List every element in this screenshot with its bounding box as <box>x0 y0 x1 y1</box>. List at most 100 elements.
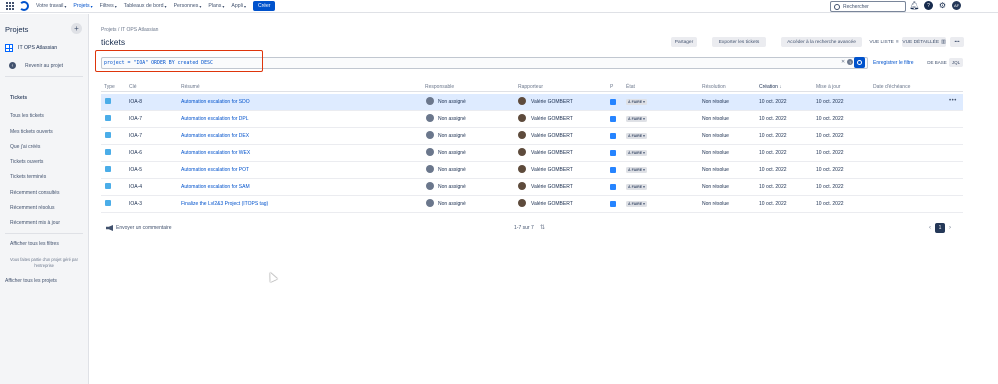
status-badge[interactable]: À FAIRE ▾ <box>626 150 647 156</box>
gear-icon[interactable]: ⚙ <box>938 1 947 10</box>
help-icon[interactable]: ? <box>924 1 933 10</box>
highlight-annotation <box>95 50 263 72</box>
issue-summary[interactable]: Automation escalation for WEX <box>181 150 250 156</box>
sidebar-item-recemment-resolus[interactable]: Récemment résolus <box>10 205 54 211</box>
issue-summary[interactable]: Automation escalation for DPL <box>181 116 249 122</box>
help-icon[interactable]: ? <box>847 59 854 65</box>
column-resolution[interactable]: Résolution <box>702 84 726 90</box>
sidebar-title: Projets <box>5 25 29 34</box>
table-row[interactable]: IOA-7 Automation escalation for DPL Non … <box>101 111 963 128</box>
page-current[interactable]: 1 <box>935 223 945 233</box>
nav-filtres[interactable]: Filtres ▾ <box>100 3 117 9</box>
column-type[interactable]: Type <box>104 84 115 90</box>
send-feedback-link[interactable]: Envoyer un commentaire <box>106 225 172 231</box>
sidebar-item-mes-tickets-ouverts[interactable]: Mes tickets ouverts <box>10 129 53 135</box>
nav-plans[interactable]: Plans ▾ <box>208 3 224 9</box>
chevron-right-icon[interactable]: › <box>949 225 951 231</box>
table-row[interactable]: IOA-6 Automation escalation for WEX Non … <box>101 145 963 162</box>
nav-personnes[interactable]: Personnes ▾ <box>174 3 202 9</box>
all-projects-link[interactable]: Afficher tous les projets <box>5 278 57 284</box>
unassigned-avatar-icon <box>426 131 434 139</box>
status-badge[interactable]: À FAIRE ▾ <box>626 116 647 122</box>
save-filter-button[interactable]: Enregistrer le filtre <box>873 60 914 66</box>
issue-key[interactable]: IOA-3 <box>129 201 142 207</box>
created-date: 10 oct. 2022 <box>759 167 787 173</box>
column-reporter[interactable]: Rapporteur <box>518 84 543 90</box>
user-avatar[interactable]: AF <box>952 1 961 10</box>
issue-key[interactable]: IOA-4 <box>129 184 142 190</box>
sidebar-item-tickets-ouverts[interactable]: Tickets ouverts <box>10 159 43 165</box>
sidebar-item-tous-les-tickets[interactable]: Tous les tickets <box>10 113 44 119</box>
row-more-icon[interactable]: ••• <box>949 98 957 104</box>
status-badge[interactable]: À FAIRE ▾ <box>626 184 647 190</box>
column-created[interactable]: Création ↓ <box>759 84 782 90</box>
issue-summary[interactable]: Automation escalation for POT <box>181 167 249 173</box>
issue-key[interactable]: IOA-6 <box>129 150 142 156</box>
notification-bell-icon[interactable]: 🔔︎ <box>909 1 919 10</box>
status-badge[interactable]: À FAIRE ▾ <box>626 167 647 173</box>
more-actions-button[interactable]: ••• <box>950 37 964 47</box>
table-row[interactable]: IOA-5 Automation escalation for POT Non … <box>101 162 963 179</box>
nav-tableaux-de-bord[interactable]: Tableaux de bord ▾ <box>124 3 167 9</box>
basic-mode-button[interactable]: DE BASE <box>927 58 947 67</box>
status-badge[interactable]: À FAIRE ▾ <box>626 133 647 139</box>
reporter: Valérie GOMBERT <box>531 99 573 105</box>
table-row[interactable]: IOA-7 Automation escalation for DEX Non … <box>101 128 963 145</box>
column-summary[interactable]: Résumé <box>181 84 200 90</box>
issue-key[interactable]: IOA-8 <box>129 99 142 105</box>
column-due-date[interactable]: Date d'échéance <box>873 84 910 90</box>
issue-summary[interactable]: Automation escalation for SAM <box>181 184 250 190</box>
nav-votre-travail[interactable]: Votre travail ▾ <box>36 3 66 9</box>
export-issues-button[interactable]: Exporter les tickets <box>712 37 766 47</box>
sidebar-project[interactable]: IT OPS Atlassian <box>5 44 57 52</box>
breadcrumb[interactable]: Projets / IT OPS Atlassian <box>101 27 158 33</box>
created-date: 10 oct. 2022 <box>759 201 787 207</box>
add-project-button[interactable]: + <box>71 23 82 34</box>
sidebar-item-que-jai-crees[interactable]: Que j'ai créés <box>10 144 40 150</box>
table-row[interactable]: IOA-8 Automation escalation for SDO Non … <box>101 94 963 111</box>
status-badge[interactable]: À FAIRE ▾ <box>626 201 647 207</box>
column-priority[interactable]: P <box>610 84 613 90</box>
create-button[interactable]: Créer <box>252 1 276 11</box>
sort-order-icon[interactable]: ⇅ <box>540 224 545 231</box>
sidebar-item-recemment-mis-a-jour[interactable]: Récemment mis à jour <box>10 220 60 226</box>
global-search-input[interactable]: Rechercher <box>830 1 906 12</box>
column-status[interactable]: État <box>626 84 635 90</box>
back-to-project-link[interactable]: ‹ Revenir au projet <box>9 62 63 69</box>
share-button[interactable]: Partager <box>671 37 697 47</box>
jql-search-button[interactable] <box>854 57 865 68</box>
sidebar-item-recemment-consultes[interactable]: Récemment consultés <box>10 190 59 196</box>
issue-key[interactable]: IOA-7 <box>129 133 142 139</box>
issue-summary[interactable]: Finalize the Lvl2&3 Project (ITOPS tag) <box>181 201 268 207</box>
nav-projets[interactable]: Projets ▾ <box>73 3 92 9</box>
updated-date: 10 oct. 2022 <box>816 184 844 190</box>
status-badge[interactable]: À FAIRE ▾ <box>626 99 647 105</box>
nav-appli[interactable]: Appli ▾ <box>231 3 246 9</box>
page-title: tickets <box>101 37 126 47</box>
issue-summary[interactable]: Automation escalation for DEX <box>181 133 249 139</box>
detail-view-toggle[interactable]: VUE DÉTAILLÉE ▥ <box>902 37 946 47</box>
table-row[interactable]: IOA-3 Finalize the Lvl2&3 Project (ITOPS… <box>101 196 963 213</box>
issue-key[interactable]: IOA-5 <box>129 167 142 173</box>
all-filters-link[interactable]: Afficher tous les filtres <box>10 241 59 247</box>
issue-key[interactable]: IOA-7 <box>129 116 142 122</box>
table-row[interactable]: IOA-4 Automation escalation for SAM Non … <box>101 179 963 196</box>
issue-summary[interactable]: Automation escalation for SDO <box>181 99 250 105</box>
list-view-toggle[interactable]: VUE LISTE ≡ <box>868 37 900 47</box>
unassigned-avatar-icon <box>426 114 434 122</box>
jql-mode-button[interactable]: JQL <box>949 58 963 67</box>
jira-logo-icon[interactable] <box>19 1 29 11</box>
column-assignee[interactable]: Responsable <box>425 84 454 90</box>
sort-arrow-down-icon: ↓ <box>779 84 782 90</box>
task-type-icon <box>105 115 111 121</box>
chevron-down-icon: ▾ <box>222 3 225 9</box>
column-updated[interactable]: Mise à jour <box>816 84 840 90</box>
chevron-left-icon[interactable]: ‹ <box>929 225 931 231</box>
app-switcher-icon[interactable] <box>4 0 16 12</box>
column-key[interactable]: Clé <box>129 84 137 90</box>
pagination: ‹ 1 › <box>929 223 951 233</box>
advanced-search-button[interactable]: Accéder à la recherche avancée <box>781 37 862 47</box>
close-icon[interactable]: ✕ <box>841 59 845 65</box>
priority-medium-icon <box>610 133 616 139</box>
sidebar-item-tickets-termines[interactable]: Tickets terminés <box>10 174 46 180</box>
